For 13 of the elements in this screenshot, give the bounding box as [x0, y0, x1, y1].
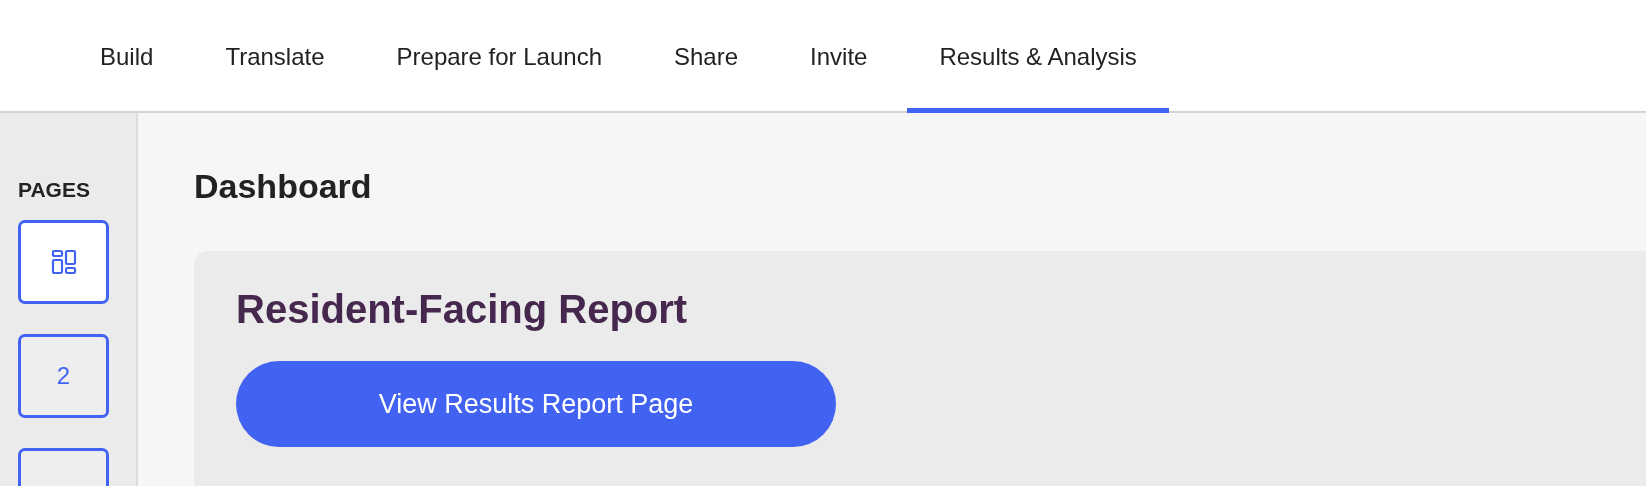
view-report-button[interactable]: View Results Report Page	[236, 361, 836, 447]
nav-tab[interactable]: Invite	[778, 0, 900, 113]
nav-tab[interactable]: Share	[642, 0, 771, 113]
nav-tab[interactable]: Build	[68, 0, 186, 113]
dashboard-layout-icon	[50, 249, 77, 275]
page-title: Dashboard	[194, 169, 373, 203]
sidebar-heading: PAGES	[18, 179, 90, 200]
page-thumbnail[interactable]: 2	[18, 334, 109, 418]
nav-tab[interactable]: Prepare for Launch	[364, 0, 634, 113]
nav-tab[interactable]: Translate	[193, 0, 357, 113]
card-title: Resident-Facing Report	[236, 289, 688, 329]
nav-tab[interactable]: Results & Analysis	[907, 0, 1169, 113]
page-thumbnail[interactable]	[18, 220, 109, 304]
